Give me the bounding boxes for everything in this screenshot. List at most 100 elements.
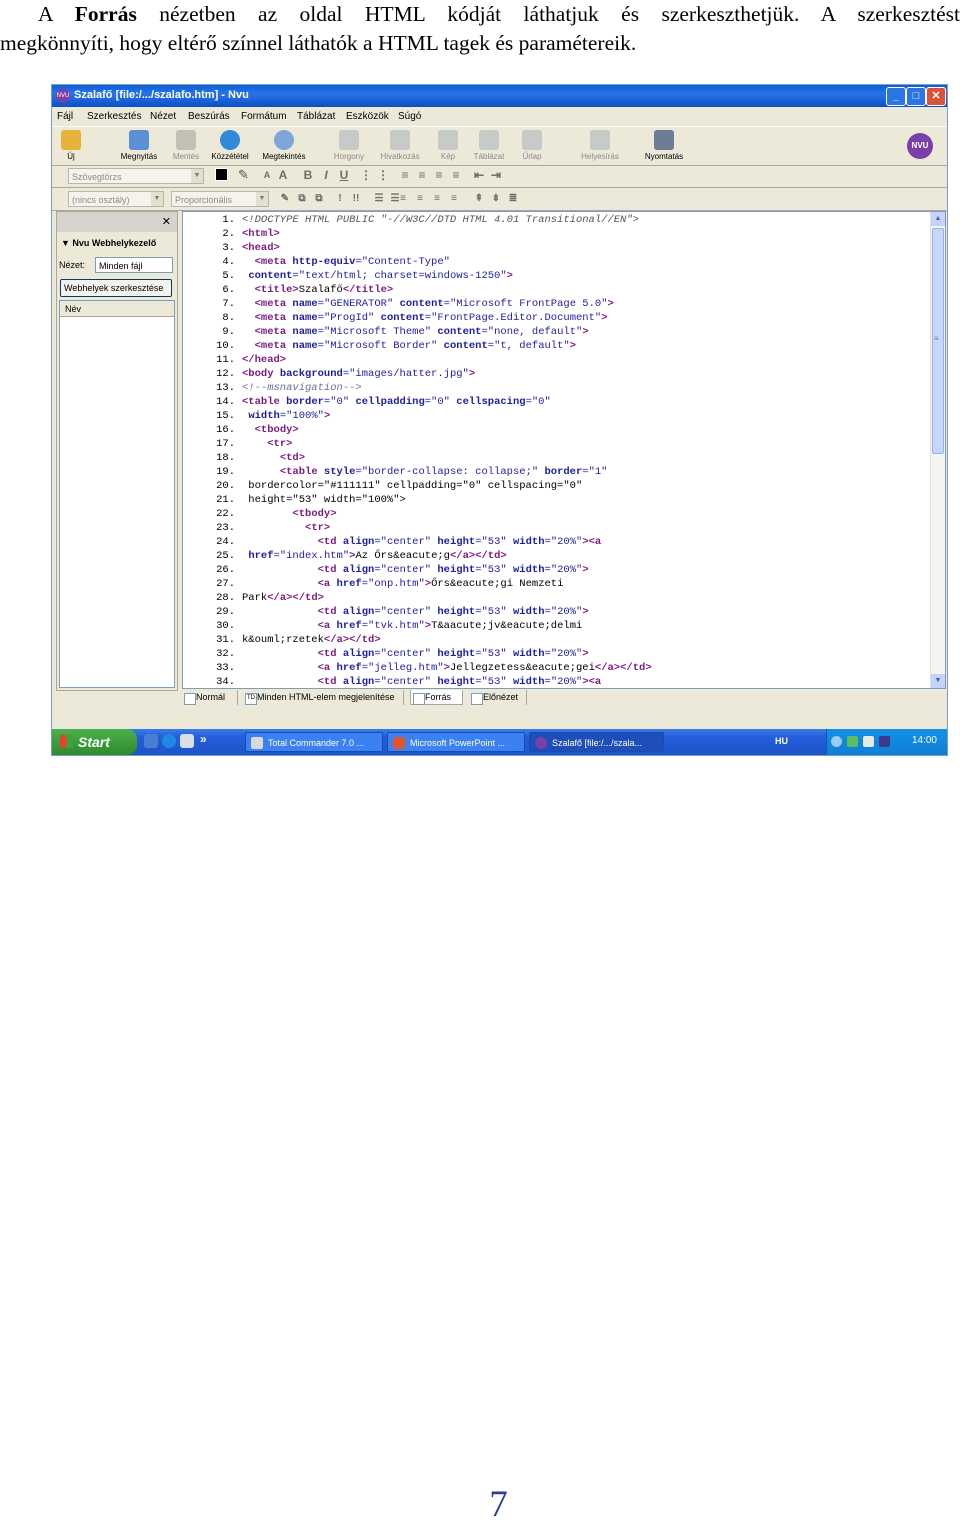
code-line[interactable]: 24. <td align="center" height="53" width… <box>183 535 931 549</box>
code-line[interactable]: 14. <table border="0" cellpadding="0" cel… <box>183 395 931 409</box>
line-text[interactable]: <title>Szalafő</title> <box>242 283 394 297</box>
menu-tools[interactable]: Eszközök <box>346 111 389 122</box>
line-text[interactable]: <tbody> <box>242 507 336 521</box>
start-button[interactable]: Start <box>52 729 137 755</box>
menu-format[interactable]: Formátum <box>241 111 287 122</box>
line-text[interactable]: <td align="center" height="53" width="20… <box>242 563 589 577</box>
menu-view[interactable]: Nézet <box>150 111 176 122</box>
menu-edit[interactable]: Szerkesztés <box>87 111 141 122</box>
line-text[interactable]: <body background="images/hatter.jpg"> <box>242 367 475 381</box>
block-right-button[interactable]: ≡ <box>430 191 444 206</box>
code-line[interactable]: 32. <td align="center" height="53" width… <box>183 647 931 661</box>
code-line[interactable]: 11. </head> <box>183 353 931 367</box>
toolbar-link-button[interactable]: Hivatkozás <box>377 130 423 161</box>
indent-button[interactable]: ⇥ <box>489 168 503 183</box>
code-line[interactable]: 2. <html> <box>183 227 931 241</box>
ul-button[interactable]: ☰ <box>372 191 386 206</box>
code-line[interactable]: 9. <meta name="Microsoft Theme" content=… <box>183 325 931 339</box>
scroll-down-icon[interactable]: ▼ <box>931 674 945 688</box>
code-line[interactable]: 6. <title>Szalafő</title> <box>183 283 931 297</box>
code-line[interactable]: 20. bordercolor="#111111" cellpadding="0… <box>183 479 931 493</box>
line-text[interactable]: <a href="jelleg.htm">Jellegzetess&eacute… <box>242 661 652 675</box>
spacing-button[interactable]: ≣ <box>506 191 520 206</box>
show-desktop-icon[interactable] <box>180 734 194 748</box>
line-text[interactable]: width="100%"> <box>242 409 330 423</box>
source-code[interactable]: 1. <!DOCTYPE HTML PUBLIC "-//W3C//DTD HTM… <box>183 213 931 689</box>
edit-style-button[interactable]: ✎ <box>278 191 292 206</box>
tab-html-tags[interactable]: TD Minden HTML-elem megjelenítése <box>243 690 404 705</box>
code-line[interactable]: 1. <!DOCTYPE HTML PUBLIC "-//W3C//DTD HTM… <box>183 213 931 227</box>
line-text[interactable]: <meta name="Microsoft Border" content="t… <box>242 339 576 353</box>
line-text[interactable]: <!--msnavigation--> <box>242 381 362 395</box>
outdent-button[interactable]: ⇤ <box>472 168 486 183</box>
tray-icon-2[interactable] <box>847 736 858 747</box>
line-text[interactable]: k&ouml;rzetek</a></td> <box>242 633 381 647</box>
code-line[interactable]: 8. <meta name="ProgId" content="FrontPag… <box>183 311 931 325</box>
line-text[interactable]: <tbody> <box>242 423 299 437</box>
layer-order-button[interactable]: ⧉ <box>312 191 326 206</box>
window-titlebar[interactable]: NVU Szalafő [file:/.../szalafo.htm] - Nv… <box>52 85 947 107</box>
text-color-icon[interactable] <box>215 168 228 181</box>
tray-icon-4[interactable] <box>879 736 890 747</box>
line-text[interactable]: <a href="onp.htm">Őrs&eacute;gi Nemzeti <box>242 577 564 591</box>
internet-explorer-icon[interactable] <box>162 734 176 748</box>
code-line[interactable]: 33. <a href="jelleg.htm">Jellegzetess&ea… <box>183 661 931 675</box>
toolbar-open-button[interactable]: Megnyitás <box>117 130 161 161</box>
line-text[interactable]: Park</a></td> <box>242 591 324 605</box>
align-right-button[interactable]: ≡ <box>432 168 446 183</box>
code-line[interactable]: 22. <tbody> <box>183 507 931 521</box>
close-button[interactable]: ✕ <box>926 87 946 106</box>
code-line[interactable]: 15. width="100%"> <box>183 409 931 423</box>
emphasis-button[interactable]: ! <box>333 191 347 206</box>
site-file-list[interactable]: Név <box>59 300 175 688</box>
line-text[interactable]: <a href="tvk.htm">T&aacute;jv&eacute;del… <box>242 619 583 633</box>
line-text[interactable]: </head> <box>242 353 286 367</box>
line-text[interactable]: <meta http-equiv="Content-Type" <box>242 255 450 269</box>
toolbar-print-button[interactable]: Nyomtatás <box>641 130 687 161</box>
margin-bottom-button[interactable]: ⇟ <box>489 191 503 206</box>
underline-button[interactable]: U <box>337 168 351 183</box>
taskbar-item-powerpoint[interactable]: Microsoft PowerPoint ... <box>387 732 525 752</box>
tab-source[interactable]: Forrás <box>410 690 463 705</box>
line-text[interactable]: bordercolor="#111111" cellpadding="0" ce… <box>242 479 582 493</box>
toolbar-form-button[interactable]: Űrlap <box>518 130 546 161</box>
source-editor[interactable]: 1. <!DOCTYPE HTML PUBLIC "-//W3C//DTD HTM… <box>182 211 946 689</box>
line-text[interactable]: <head> <box>242 241 280 255</box>
toolbar-table-button[interactable]: Táblázat <box>471 130 507 161</box>
sidebar-close-icon[interactable]: ✕ <box>162 215 171 228</box>
line-text[interactable]: <meta name="ProgId" content="FrontPage.E… <box>242 311 608 325</box>
code-line[interactable]: 12. <body background="images/hatter.jpg"> <box>183 367 931 381</box>
line-text[interactable]: <tr> <box>242 521 330 535</box>
minimize-button[interactable]: _ <box>886 87 906 106</box>
code-line[interactable]: 5. content="text/html; charset=windows-1… <box>183 269 931 283</box>
code-line[interactable]: 3. <head> <box>183 241 931 255</box>
code-line[interactable]: 13. <!--msnavigation--> <box>183 381 931 395</box>
align-left-button[interactable]: ≡ <box>398 168 412 183</box>
block-justify-button[interactable]: ≡ <box>447 191 461 206</box>
line-text[interactable]: <meta name="Microsoft Theme" content="no… <box>242 325 589 339</box>
code-line[interactable]: 16. <tbody> <box>183 423 931 437</box>
menu-insert[interactable]: Beszúrás <box>188 111 230 122</box>
code-line[interactable]: 27. <a href="onp.htm">Őrs&eacute;gi Nemz… <box>183 577 931 591</box>
toolbar-browse-button[interactable]: Megtekintés <box>258 130 310 161</box>
line-text[interactable]: content="text/html; charset=windows-1250… <box>242 269 513 283</box>
larger-font-button[interactable]: A <box>276 168 290 183</box>
menu-help[interactable]: Súgó <box>398 111 421 122</box>
code-line[interactable]: 18. <td> <box>183 451 931 465</box>
align-center-button[interactable]: ≡ <box>415 168 429 183</box>
quicklaunch-more-icon[interactable]: » <box>200 732 207 746</box>
line-text[interactable]: <td align="center" height="53" width="20… <box>242 605 589 619</box>
code-line[interactable]: 17. <tr> <box>183 437 931 451</box>
editor-scrollbar[interactable]: ▲ ≡ ▼ <box>930 212 945 688</box>
line-text[interactable]: <html> <box>242 227 280 241</box>
line-text[interactable]: href="index.htm">Az Őrs&eacute;g</a></td… <box>242 549 506 563</box>
toolbar-publish-button[interactable]: Közzététel <box>209 130 251 161</box>
paragraph-format-select[interactable]: Szövegtörzs ▼ <box>68 168 204 184</box>
toolbar-new-button[interactable]: Új <box>59 130 83 161</box>
toolbar-image-button[interactable]: Kép <box>434 130 462 161</box>
layer-button[interactable]: ⧉ <box>295 191 309 206</box>
scroll-up-icon[interactable]: ▲ <box>931 212 945 226</box>
view-select[interactable]: Minden fájl <box>95 257 173 273</box>
italic-button[interactable]: I <box>319 168 333 183</box>
numbered-list-button[interactable]: ⋮ <box>376 168 390 183</box>
